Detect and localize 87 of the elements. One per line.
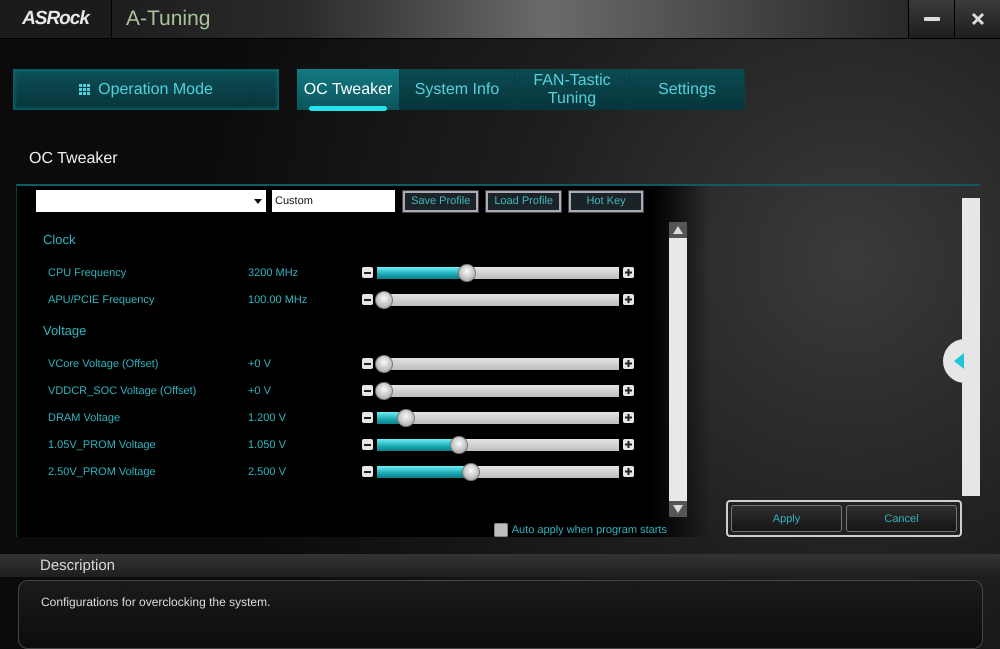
plus-icon [625, 360, 632, 368]
window-title: A-Tuning [126, 6, 210, 31]
profile-button[interactable]: Hot Key [569, 190, 644, 212]
operation-mode-button[interactable]: Operation Mode [13, 69, 279, 110]
minus-icon [364, 390, 371, 392]
page-title: OC Tweaker [29, 150, 118, 167]
minus-icon [364, 416, 371, 419]
minus-icon [364, 298, 371, 301]
tab[interactable]: System Info [400, 69, 515, 110]
plus-button[interactable] [623, 267, 634, 278]
slider-track[interactable] [377, 384, 619, 397]
setting-name: DRAM Voltage [48, 412, 122, 424]
plus-button[interactable] [623, 439, 634, 450]
plus-icon [625, 468, 632, 476]
minus-button[interactable] [362, 267, 373, 278]
plus-icon [625, 296, 632, 304]
tab[interactable]: FAN-Tastic Tuning [515, 69, 630, 110]
slider-track[interactable] [377, 358, 619, 370]
tab[interactable]: OC Tweaker [297, 69, 400, 110]
setting-value: 100.00 MHz [248, 294, 308, 306]
plus-button[interactable] [623, 294, 634, 306]
action-button[interactable]: Cancel [846, 505, 957, 532]
section-title: Voltage [43, 323, 86, 338]
grid-icon [79, 84, 90, 96]
left-arrow-icon [954, 353, 964, 370]
scroll-down-icon[interactable] [673, 505, 683, 514]
slider-thumb[interactable] [375, 382, 394, 400]
minus-button[interactable] [362, 358, 373, 370]
brand-logo: ASRock [0, 0, 112, 38]
close-icon [970, 12, 984, 26]
plus-icon [625, 441, 632, 448]
checkbox[interactable] [494, 523, 508, 538]
minus-button[interactable] [362, 412, 373, 424]
minus-icon [364, 470, 371, 473]
setting-value: +0 V [248, 358, 272, 370]
checkbox-label: Auto apply when program starts [512, 524, 667, 536]
plus-button[interactable] [623, 466, 634, 478]
close-button[interactable] [954, 0, 1000, 38]
slider-thumb[interactable] [458, 264, 476, 282]
setting-name: 1.05V_PROM Voltage [48, 438, 157, 451]
slider-thumb[interactable] [450, 436, 468, 454]
minimize-button[interactable] [908, 0, 954, 38]
setting-value: 3200 MHz [248, 266, 300, 279]
slider-track[interactable] [377, 412, 619, 424]
minus-button[interactable] [362, 466, 373, 478]
slider-thumb[interactable] [462, 462, 480, 481]
profile-button[interactable]: Load Profile [486, 190, 562, 212]
plus-button[interactable] [623, 412, 634, 424]
setting-name: 2.50V_PROM Voltage [48, 466, 157, 478]
minus-icon [364, 444, 371, 446]
minus-button[interactable] [362, 385, 373, 396]
setting-name: CPU Frequency [48, 266, 128, 279]
minus-icon [364, 362, 371, 365]
setting-name: VCore Voltage (Offset) [48, 358, 160, 370]
slider-track[interactable] [377, 266, 619, 279]
plus-icon [625, 269, 632, 276]
setting-name: APU/PCIE Frequency [48, 294, 156, 306]
slider-thumb[interactable] [397, 408, 416, 427]
tab[interactable]: Settings [630, 69, 745, 110]
plus-button[interactable] [623, 385, 634, 396]
setting-value: 2.500 V [248, 466, 287, 478]
action-button[interactable]: Apply [731, 505, 842, 532]
setting-value: +0 V [248, 384, 272, 397]
slider-track[interactable] [377, 438, 619, 451]
plus-button[interactable] [623, 358, 634, 370]
minus-button[interactable] [362, 439, 373, 450]
scrollbar[interactable] [669, 222, 687, 518]
slider-track[interactable] [377, 294, 619, 306]
setting-name: VDDCR_SOC Voltage (Offset) [48, 384, 198, 397]
description-title: Description [40, 557, 116, 574]
minus-button[interactable] [362, 294, 373, 306]
profile-button[interactable]: Save Profile [403, 190, 478, 212]
slider-track[interactable] [377, 466, 619, 478]
minus-icon [364, 272, 371, 274]
setting-value: 1.200 V [248, 412, 287, 424]
minimize-icon [924, 16, 940, 21]
caret-icon [254, 198, 262, 204]
slider-thumb[interactable] [375, 354, 394, 373]
profile-dropdown[interactable] [36, 190, 266, 212]
slider-thumb[interactable] [375, 290, 394, 309]
section-title: Clock [43, 232, 76, 248]
setting-value: 1.050 V [248, 438, 287, 451]
profile-name-field[interactable]: Custom [272, 190, 395, 212]
description-text: Configurations for overclocking the system. [41, 595, 270, 610]
scroll-up-icon[interactable] [673, 226, 683, 234]
plus-icon [625, 414, 632, 422]
plus-icon [625, 387, 632, 394]
